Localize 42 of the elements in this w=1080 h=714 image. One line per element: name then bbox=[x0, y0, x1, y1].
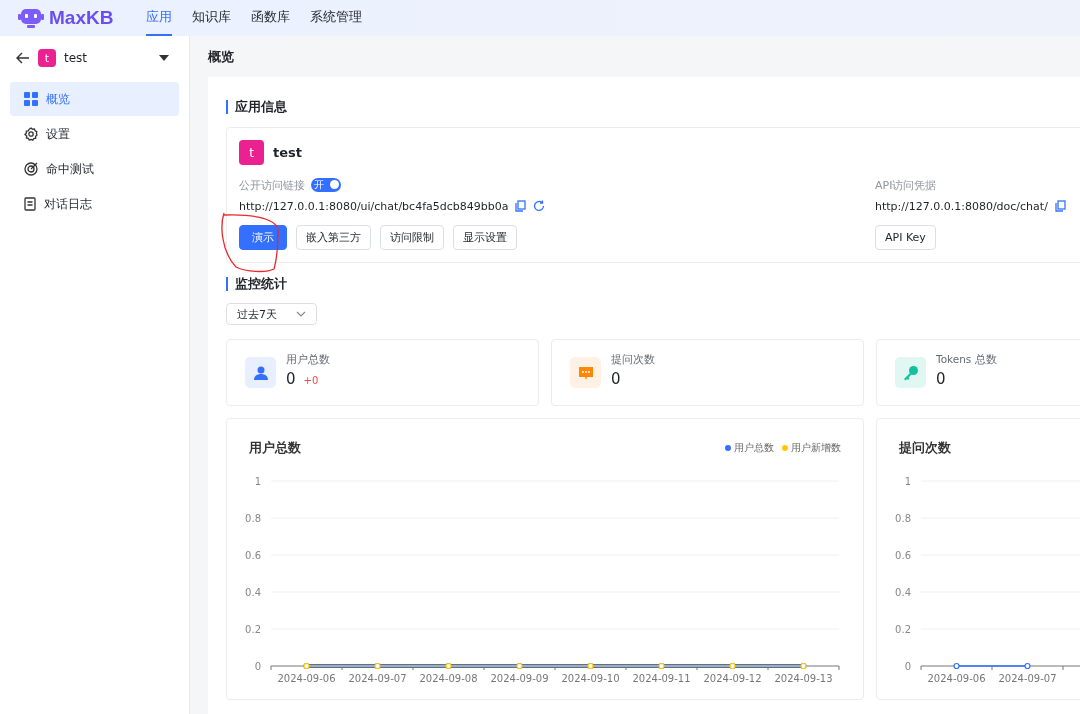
logo-text: MaxKB bbox=[49, 7, 114, 29]
x-tick-label: 2024-09-06 bbox=[927, 673, 986, 684]
stat-label: 提问次数 bbox=[611, 353, 655, 367]
y-tick-label: 1 bbox=[904, 476, 911, 487]
x-tick-label: 2024-09-06 bbox=[277, 673, 336, 684]
x-tick-label: 2024-09-08 bbox=[419, 673, 478, 684]
x-tick-label: 2024-09-11 bbox=[632, 673, 691, 684]
x-tick-label: 2024-09-07 bbox=[998, 673, 1057, 684]
y-tick-label: 0.6 bbox=[245, 550, 261, 561]
chart-title: 用户总数 bbox=[249, 439, 301, 457]
public-link-label: 公开访问链接 bbox=[239, 177, 305, 193]
x-tick-label: 2024-09-13 bbox=[774, 673, 833, 684]
y-tick-label: 0.8 bbox=[245, 513, 261, 524]
x-tick-label: 2024-09-10 bbox=[561, 673, 620, 684]
app-name: test bbox=[273, 145, 302, 160]
section-heading: 监控统计 bbox=[226, 277, 1080, 291]
y-tick-label: 0 bbox=[904, 661, 911, 672]
app-avatar: t bbox=[239, 140, 264, 165]
legend-label: 用户新增数 bbox=[791, 441, 841, 455]
stat-label: 用户总数 bbox=[286, 353, 330, 367]
y-tick-label: 0.6 bbox=[895, 550, 911, 561]
y-tick-label: 0.2 bbox=[245, 624, 261, 635]
y-tick-label: 0.4 bbox=[245, 587, 261, 598]
chart-title: 提问次数 bbox=[899, 439, 951, 457]
section-heading: 应用信息 bbox=[226, 100, 1080, 114]
y-tick-label: 1 bbox=[254, 476, 261, 487]
stat-delta: +0 bbox=[303, 375, 319, 386]
x-tick-label: 2024-09-07 bbox=[348, 673, 407, 684]
y-tick-label: 0.8 bbox=[895, 513, 911, 524]
y-tick-label: 0.2 bbox=[895, 624, 911, 635]
legend-label: 用户总数 bbox=[734, 441, 774, 455]
page-title: 概览 bbox=[208, 48, 235, 66]
stat-value: 0 bbox=[611, 370, 621, 388]
x-tick-label: 2024-09-12 bbox=[703, 673, 762, 684]
stat-label: Tokens 总数 bbox=[936, 353, 997, 367]
app-avatar: t bbox=[38, 49, 56, 67]
x-tick-label: 2024-09-09 bbox=[490, 673, 549, 684]
y-tick-label: 0 bbox=[254, 661, 261, 672]
stat-value: 0 bbox=[286, 370, 296, 388]
stat-value: 0 bbox=[936, 370, 946, 388]
y-tick-label: 0.4 bbox=[895, 587, 911, 598]
api-label: API访问凭据 bbox=[875, 177, 937, 193]
